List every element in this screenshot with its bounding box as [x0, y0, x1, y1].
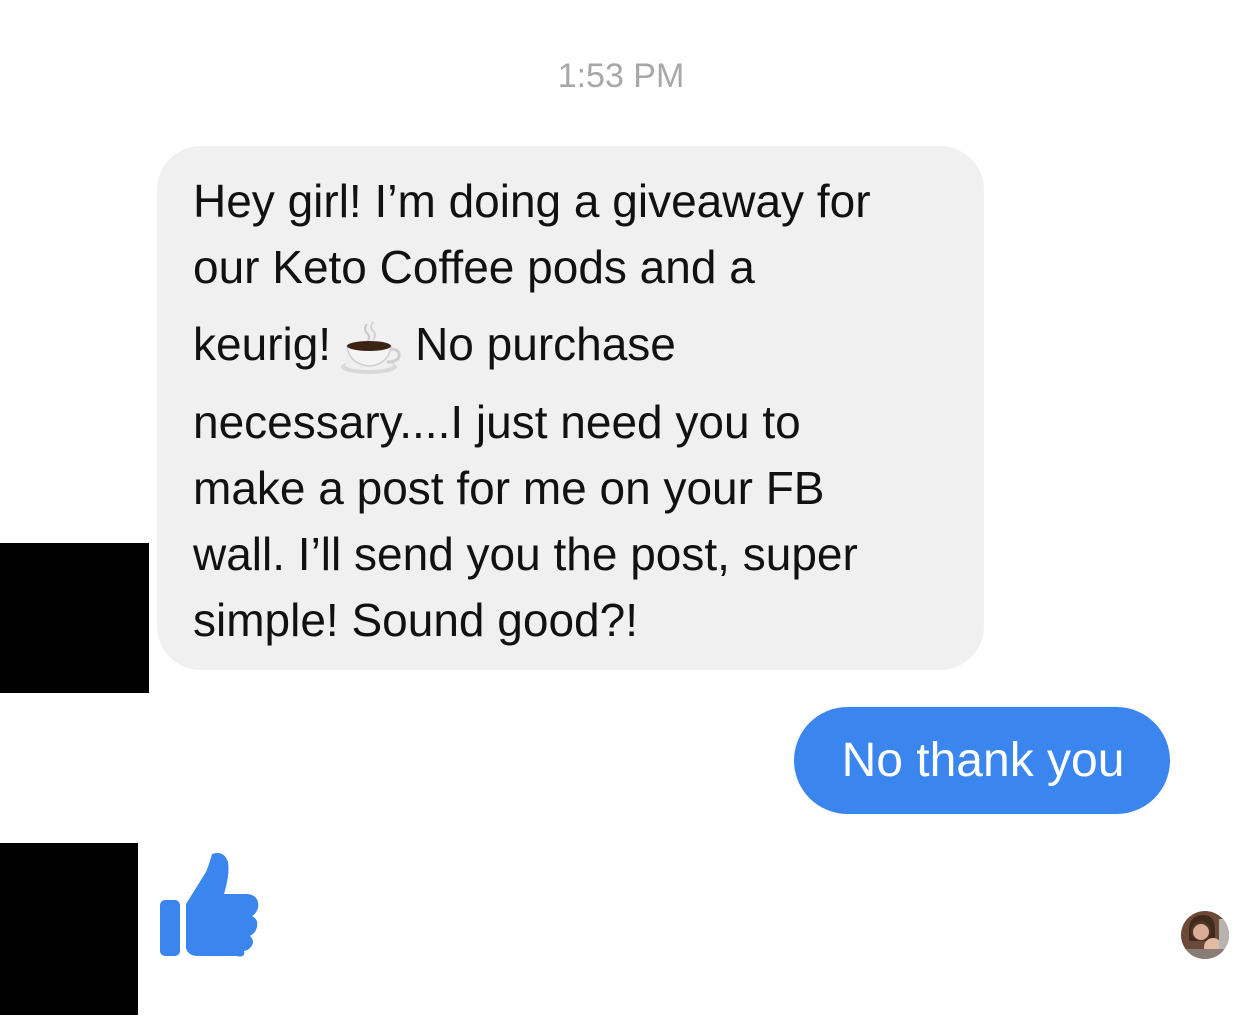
outgoing-message-bubble[interactable]: No thank you [794, 707, 1170, 814]
message-text-segment: keurig! [193, 318, 332, 370]
read-receipt-avatar [1181, 911, 1229, 959]
message-line: necessary....I just need you to [193, 396, 801, 448]
message-line: our Keto Coffee pods and a [193, 241, 755, 293]
redacted-avatar-area [0, 543, 149, 693]
message-line: make a post for me on your FB [193, 462, 825, 514]
message-timestamp: 1:53 PM [557, 57, 685, 95]
message-line-with-emoji: keurig! No purchase [193, 300, 954, 389]
incoming-message-bubble[interactable]: Hey girl! I’m doing a giveaway for our K… [157, 146, 984, 670]
message-line: wall. I’ll send you the post, super [193, 528, 858, 580]
message-line: Hey girl! I’m doing a giveaway for [193, 175, 871, 227]
coffee-cup-icon [339, 316, 403, 374]
redacted-avatar-area [0, 843, 138, 1015]
thumbs-up-icon[interactable] [158, 850, 262, 958]
message-line: simple! Sound good?! [193, 594, 638, 646]
message-text-segment: No purchase [415, 318, 676, 370]
